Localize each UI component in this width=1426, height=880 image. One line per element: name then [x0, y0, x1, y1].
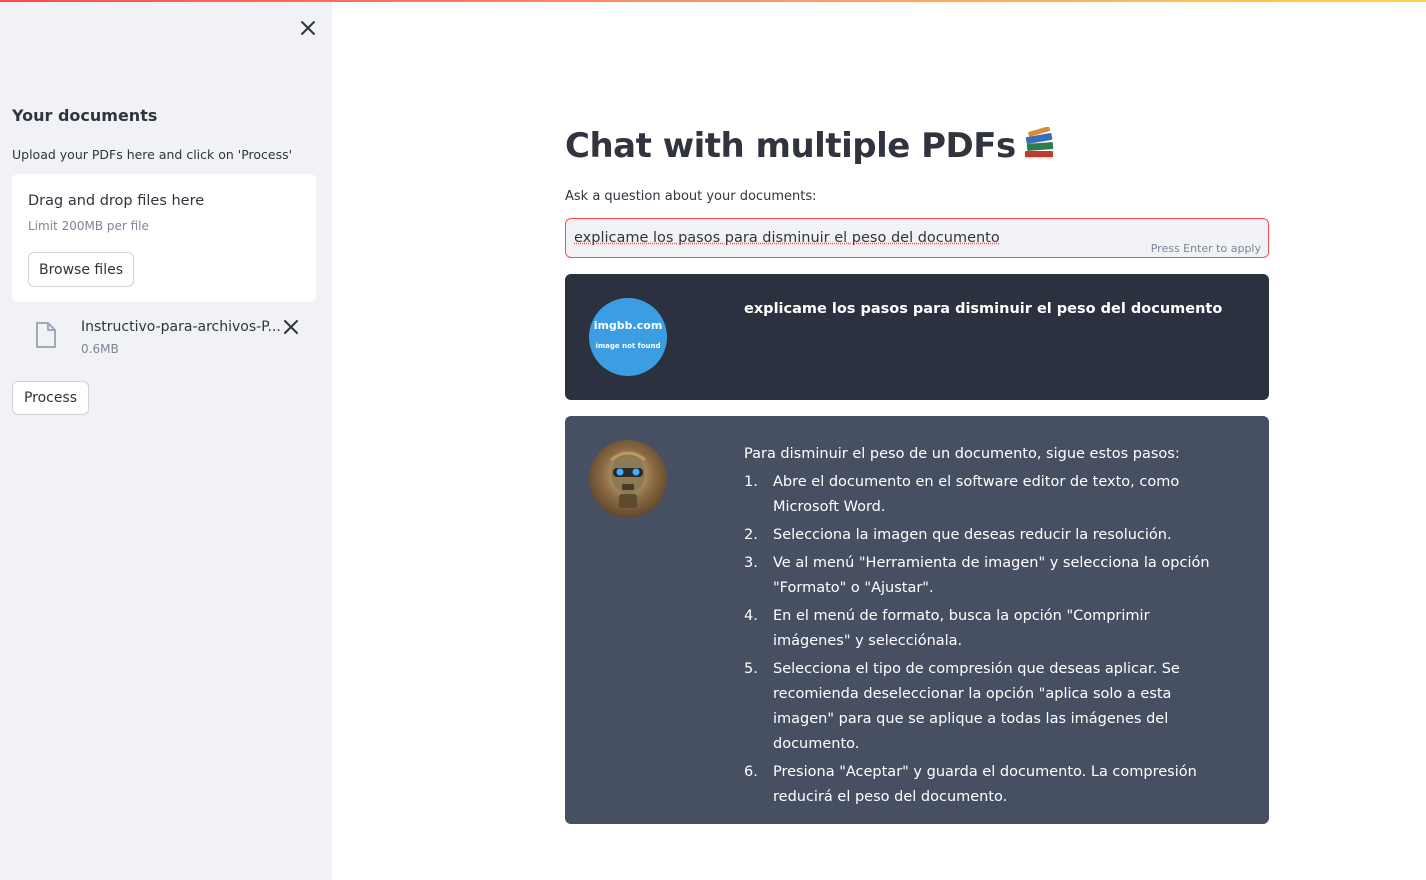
sidebar-title: Your documents — [12, 106, 158, 125]
list-item: 1. Abre el documento en el software edito… — [744, 470, 1224, 520]
user-message-text: explicame los pasos para disminuir el pe… — [744, 301, 1223, 317]
bot-intro: Para disminuir el peso de un documento, … — [744, 446, 1180, 462]
file-icon — [36, 322, 56, 348]
question-field[interactable]: Press Enter to apply — [565, 218, 1269, 258]
list-item: 6. Presiona "Aceptar" y guarda el documen… — [744, 760, 1224, 810]
question-label: Ask a question about your documents: — [565, 189, 817, 204]
uploaded-file-item: Instructivo-para-archivos-P... 0.6MB — [12, 314, 316, 364]
user-message: imgbb.com image not found explicame los … — [565, 274, 1269, 400]
bot-message: Para disminuir el peso de un documento, … — [565, 416, 1269, 824]
browse-files-button[interactable]: Browse files — [28, 252, 134, 287]
sidebar-caption: Upload your PDFs here and click on 'Proc… — [12, 147, 293, 162]
list-item: 4. En el menú de formato, busca la opción… — [744, 604, 1224, 654]
step-number: 6. — [744, 764, 758, 780]
step-text: Abre el documento en el software editor … — [773, 474, 1180, 515]
file-name: Instructivo-para-archivos-P... — [81, 319, 281, 335]
dropzone-title: Drag and drop files here — [28, 193, 205, 209]
step-text: Selecciona el tipo de compresión que des… — [773, 661, 1180, 752]
step-number: 3. — [744, 555, 758, 571]
file-dropzone[interactable]: Drag and drop files here Limit 200MB per… — [12, 174, 316, 302]
press-enter-hint: Press Enter to apply — [1150, 242, 1261, 255]
list-item: 3. Ve al menú "Herramienta de imagen" y s… — [744, 551, 1224, 601]
page-title: Chat with multiple PDFs — [565, 126, 1056, 166]
step-text: Ve al menú "Herramienta de imagen" y sel… — [773, 555, 1210, 596]
robot-avatar — [589, 440, 667, 518]
list-item: 5. Selecciona el tipo de compresión que d… — [744, 657, 1224, 757]
step-number: 2. — [744, 527, 758, 543]
avatar-placeholder-title: imgbb.com — [593, 319, 663, 332]
user-avatar: imgbb.com image not found — [589, 298, 667, 376]
close-sidebar-icon[interactable] — [296, 16, 320, 40]
step-number: 5. — [744, 661, 758, 677]
step-text: Selecciona la imagen que deseas reducir … — [773, 527, 1172, 543]
step-text: En el menú de formato, busca la opción "… — [773, 608, 1150, 649]
books-icon — [1024, 127, 1053, 159]
process-button[interactable]: Process — [12, 381, 89, 415]
step-number: 1. — [744, 474, 758, 490]
step-number: 4. — [744, 608, 758, 624]
avatar-placeholder-subtitle: image not found — [595, 342, 661, 350]
sidebar: Your documents Upload your PDFs here and… — [0, 2, 332, 880]
page-title-text: Chat with multiple PDFs — [565, 126, 1016, 166]
question-input[interactable] — [574, 227, 1154, 249]
bot-message-text: Para disminuir el peso de un documento, … — [744, 442, 1224, 813]
dropzone-limit: Limit 200MB per file — [28, 219, 149, 233]
step-text: Presiona "Aceptar" y guarda el documento… — [773, 764, 1197, 805]
remove-file-icon[interactable] — [282, 318, 300, 336]
steps-list: 1. Abre el documento en el software edito… — [744, 470, 1224, 810]
list-item: 2. Selecciona la imagen que deseas reduci… — [744, 523, 1224, 548]
file-size: 0.6MB — [81, 342, 119, 356]
